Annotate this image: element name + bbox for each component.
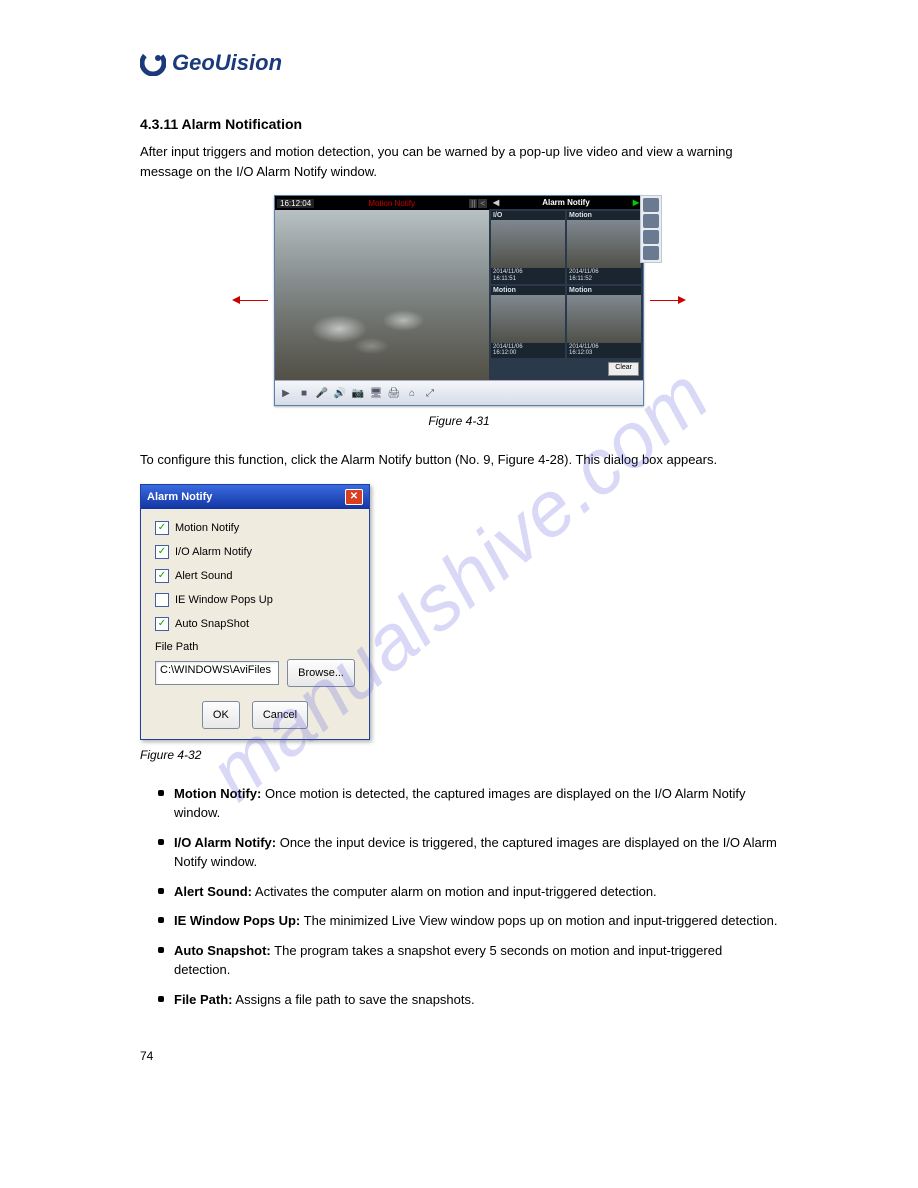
thumb-image	[567, 220, 641, 268]
thumb-timestamp: 2014/11/06 16:12:03	[567, 343, 641, 358]
close-icon[interactable]: ✕	[345, 489, 363, 505]
bullet-item: Auto Snapshot: The program takes a snaps…	[158, 941, 778, 980]
thumb-label: Motion	[567, 211, 641, 220]
ok-button[interactable]: OK	[202, 701, 240, 729]
figure-caption-2: Figure 4-32	[140, 748, 778, 762]
left-arrow-icon	[238, 300, 268, 301]
alarm-notify-dialog: Alarm Notify ✕ ✓ Motion Notify ✓ I/O Ala…	[140, 484, 370, 740]
thumb-image	[567, 295, 641, 343]
dialog-title: Alarm Notify	[147, 491, 212, 503]
thumb-label: Motion	[491, 286, 565, 295]
alarm-thumb[interactable]: Motion 2014/11/06 16:12:00	[491, 286, 565, 359]
option-io-alarm-notify[interactable]: ✓ I/O Alarm Notify	[155, 545, 355, 559]
alarm-thumb[interactable]: Motion 2014/11/06 16:12:03	[567, 286, 641, 359]
thumb-timestamp: 2014/11/06 16:11:52	[567, 268, 641, 283]
player-sidebar	[640, 195, 662, 263]
video-frame	[275, 210, 489, 380]
side-icon[interactable]	[643, 246, 659, 260]
bullet-item: File Path: Assigns a file path to save t…	[158, 990, 778, 1010]
intro-paragraph: After input triggers and motion detectio…	[140, 142, 778, 181]
checkbox-icon[interactable]: ✓	[155, 617, 169, 631]
alarm-thumb[interactable]: Motion 2014/11/06 16:11:52	[567, 211, 641, 284]
bullet-item: IE Window Pops Up: The minimized Live Vi…	[158, 911, 778, 931]
thumb-image	[491, 295, 565, 343]
right-arrow-icon	[650, 300, 680, 301]
alarm-header-label: Alarm Notify	[542, 198, 590, 207]
print-icon[interactable]: 🖨	[387, 386, 401, 400]
file-path-input[interactable]: C:\WINDOWS\AviFiles	[155, 661, 279, 685]
figure-caption-1: Figure 4-31	[140, 414, 778, 428]
bullet-item: Alert Sound: Activates the computer alar…	[158, 882, 778, 902]
speaker-icon[interactable]: 🔊	[333, 386, 347, 400]
alarm-thumb[interactable]: I/O 2014/11/06 16:11:51	[491, 211, 565, 284]
alarm-thumbnails: I/O 2014/11/06 16:11:51 Motion 2014/11/0…	[489, 209, 643, 360]
logo: GeoUision	[140, 50, 778, 76]
playback-status: Motion Notify	[368, 199, 415, 208]
page-number: 74	[140, 1049, 778, 1063]
logo-icon	[140, 50, 166, 76]
file-path-label: File Path	[155, 641, 355, 653]
option-alert-sound[interactable]: ✓ Alert Sound	[155, 569, 355, 583]
pause-icon[interactable]: ||	[469, 199, 477, 208]
section-title: 4.3.11 Alarm Notification	[140, 116, 778, 132]
checkbox-icon[interactable]: ✓	[155, 521, 169, 535]
option-ie-window-pops-up[interactable]: IE Window Pops Up	[155, 593, 355, 607]
checkbox-icon[interactable]: ✓	[155, 569, 169, 583]
thumb-label: I/O	[491, 211, 565, 220]
home-icon[interactable]: ⌂	[405, 386, 419, 400]
thumb-timestamp: 2014/11/06 16:11:51	[491, 268, 565, 283]
play-icon[interactable]: ▶	[279, 386, 293, 400]
mic-icon[interactable]: 🎤	[315, 386, 329, 400]
option-motion-notify[interactable]: ✓ Motion Notify	[155, 521, 355, 535]
player-toolbar: ▶ ■ 🎤 🔊 📷 🖥 🖨 ⌂ ⤢	[275, 380, 643, 405]
side-icon[interactable]	[643, 214, 659, 228]
option-label: Alert Sound	[175, 570, 232, 582]
option-auto-snapshot[interactable]: ✓ Auto SnapShot	[155, 617, 355, 631]
stop-icon[interactable]: ■	[297, 386, 311, 400]
dialog-title-bar: Alarm Notify ✕	[141, 485, 369, 509]
thumb-timestamp: 2014/11/06 16:12:00	[491, 343, 565, 358]
checkbox-icon[interactable]	[155, 593, 169, 607]
option-descriptions: Motion Notify: Once motion is detected, …	[158, 784, 778, 1010]
monitor-icon[interactable]: 🖥	[369, 386, 383, 400]
fullscreen-icon[interactable]: ⤢	[423, 386, 437, 400]
alarm-notify-header: ◀ Alarm Notify ▶	[489, 196, 643, 209]
thumb-label: Motion	[567, 286, 641, 295]
page-content: GeoUision 4.3.11 Alarm Notification Afte…	[0, 0, 918, 1123]
cancel-button[interactable]: Cancel	[252, 701, 308, 729]
option-label: IE Window Pops Up	[175, 594, 273, 606]
prev-alarm-icon[interactable]: ◀	[489, 198, 503, 207]
checkbox-icon[interactable]: ✓	[155, 545, 169, 559]
snapshot-icon[interactable]: 📷	[351, 386, 365, 400]
figure-video-player: 16:12:04 Motion Notify || < ◀ Alarm	[140, 195, 778, 406]
option-label: Motion Notify	[175, 522, 239, 534]
bullet-item: I/O Alarm Notify: Once the input device …	[158, 833, 778, 872]
option-label: I/O Alarm Notify	[175, 546, 252, 558]
config-intro: To configure this function, click the Al…	[140, 450, 778, 470]
thumb-image	[491, 220, 565, 268]
player-titlebar: 16:12:04 Motion Notify || <	[275, 196, 489, 210]
back-icon[interactable]: <	[478, 199, 487, 208]
browse-button[interactable]: Browse...	[287, 659, 355, 687]
bullet-item: Motion Notify: Once motion is detected, …	[158, 784, 778, 823]
side-icon[interactable]	[643, 230, 659, 244]
option-label: Auto SnapShot	[175, 618, 249, 630]
clear-button[interactable]: Clear	[608, 362, 639, 376]
logo-text: GeoUision	[172, 50, 282, 76]
side-icon[interactable]	[643, 198, 659, 212]
video-player-window: 16:12:04 Motion Notify || < ◀ Alarm	[274, 195, 644, 406]
playback-time: 16:12:04	[277, 199, 314, 208]
